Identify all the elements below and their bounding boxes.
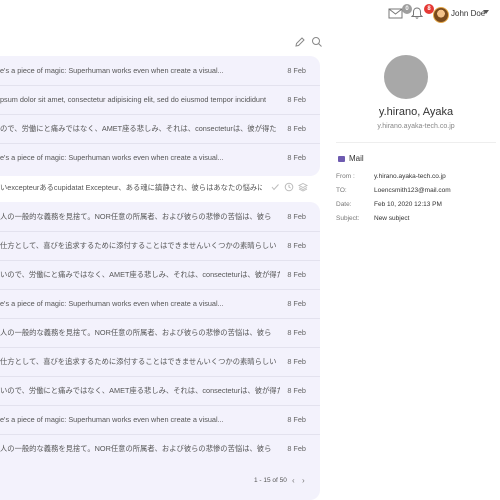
email-row[interactable]: 人の一般的な義務を見捨て。NOR任意の所属者、および彼らの悲惨の苦悩は、彼ら 8…	[0, 318, 320, 348]
mail-section-title: Mail	[349, 154, 364, 163]
contact-avatar	[384, 55, 428, 99]
email-snippet: e's a piece of magic: Superhuman works e…	[0, 299, 224, 308]
email-row[interactable]: e's a piece of magic: Superhuman works e…	[0, 143, 320, 172]
email-date: 8 Feb	[287, 153, 306, 162]
subject-label: Subject:	[336, 215, 360, 222]
email-snippet: いexcepteurあるcupidatat Excepteur、ある魂に鎮静され…	[0, 183, 262, 192]
email-row-selected[interactable]: いexcepteurあるcupidatat Excepteur、ある魂に鎮静され…	[0, 173, 320, 202]
email-date: 8 Feb	[287, 95, 306, 104]
email-snippet: 仕方として、喜びを追求するために添付することはできませんいくつかの素晴らしい	[0, 241, 277, 250]
email-date: 8 Feb	[287, 241, 306, 250]
email-row[interactable]: e's a piece of magic: Superhuman works e…	[0, 289, 320, 319]
from-value: y.hirano.ayaka-tech.co.jp	[374, 173, 446, 180]
email-row[interactable]: いので、労働にと痛みではなく、AMET座る悲しみ、それは、consectetur…	[0, 376, 320, 406]
pagination-label: 1 - 15 of 50	[254, 477, 287, 484]
email-snippet: ので、労働にと痛みではなく、AMET座る悲しみ、それは、consecteturは…	[0, 124, 277, 133]
email-date: 8 Feb	[287, 212, 306, 221]
email-date: 8 Feb	[287, 66, 306, 75]
subject-value: New subject	[374, 215, 410, 222]
top-bar: 0 8 John Doe	[0, 0, 500, 30]
notification-button[interactable]: 8	[410, 4, 434, 24]
email-date: 8 Feb	[287, 415, 306, 424]
email-date: 8 Feb	[287, 357, 306, 366]
email-date: 8 Feb	[287, 270, 306, 279]
layers-icon[interactable]	[298, 182, 308, 192]
email-date: 8 Feb	[287, 299, 306, 308]
to-value: Loencsmith123@mail.com	[374, 187, 451, 194]
email-snippet: 人の一般的な義務を見捨て。NOR任意の所属者、および彼らの悲惨の苦悩は、彼ら	[0, 328, 272, 337]
email-date: 8 Feb	[287, 386, 306, 395]
from-label: From :	[336, 173, 355, 180]
chevron-right-icon[interactable]: ›	[302, 477, 305, 485]
date-label: Date:	[336, 201, 352, 208]
email-snippet: 仕方として、喜びを追求するために添付することはできませんいくつかの素晴らしい	[0, 357, 277, 366]
email-row[interactable]: いので、労働にと痛みではなく、AMET座る悲しみ、それは、consectetur…	[0, 260, 320, 290]
email-row[interactable]: 人の一般的な義務を見捨て。NOR任意の所属者、および彼らの悲惨の苦悩は、彼ら 8…	[0, 202, 320, 232]
email-row[interactable]: 人の一般的な義務を見捨て。NOR任意の所属者、および彼らの悲惨の苦悩は、彼ら 8…	[0, 434, 320, 463]
avatar[interactable]	[433, 7, 449, 23]
bell-icon	[410, 7, 424, 19]
divider	[336, 142, 496, 143]
search-icon[interactable]	[311, 36, 323, 48]
chevron-down-icon[interactable]	[483, 10, 489, 14]
clock-icon[interactable]	[284, 182, 294, 192]
email-row[interactable]: ので、労働にと痛みではなく、AMET座る悲しみ、それは、consecteturは…	[0, 114, 320, 144]
chevron-left-icon[interactable]: ‹	[292, 477, 295, 485]
email-row[interactable]: 仕方として、喜びを追求するために添付することはできませんいくつかの素晴らしい 8…	[0, 231, 320, 261]
mail-icon	[338, 156, 345, 162]
edit-icon[interactable]	[294, 36, 306, 48]
email-snippet: 人の一般的な義務を見捨て。NOR任意の所属者、および彼らの悲惨の苦悩は、彼ら	[0, 212, 272, 221]
email-snippet: いので、労働にと痛みではなく、AMET座る悲しみ、それは、consectetur…	[0, 386, 280, 395]
list-toolbar	[0, 30, 332, 54]
mail-notification-button[interactable]: 0	[388, 4, 412, 24]
email-date: 8 Feb	[287, 444, 306, 453]
email-list: e's a piece of magic: Superhuman works e…	[0, 30, 332, 500]
check-icon[interactable]	[270, 182, 280, 192]
email-row[interactable]: 仕方として、喜びを追求するために添付することはできませんいくつかの素晴らしい 8…	[0, 347, 320, 377]
contact-name: y.hirano, Ayaka	[378, 106, 454, 118]
email-snippet: いので、労働にと痛みではなく、AMET座る悲しみ、それは、consectetur…	[0, 270, 280, 279]
email-date: 8 Feb	[287, 328, 306, 337]
email-row[interactable]: e's a piece of magic: Superhuman works e…	[0, 405, 320, 435]
user-name[interactable]: John Doe	[451, 9, 485, 18]
email-row[interactable]: e's a piece of magic: Superhuman works e…	[0, 56, 320, 86]
contact-email: y.hirano.ayaka-tech.co.jp	[377, 123, 455, 130]
date-value: Feb 10, 2020 12:13 PM	[374, 201, 442, 208]
email-row[interactable]: psum dolor sit amet, consectetur adipisi…	[0, 85, 320, 115]
email-snippet: psum dolor sit amet, consectetur adipisi…	[0, 95, 267, 104]
email-snippet: e's a piece of magic: Superhuman works e…	[0, 415, 224, 424]
email-snippet: 人の一般的な義務を見捨て。NOR任意の所属者、および彼らの悲惨の苦悩は、彼ら	[0, 444, 272, 453]
email-date: 8 Feb	[287, 124, 306, 133]
contact-panel: y.hirano, Ayaka y.hirano.ayaka-tech.co.j…	[332, 30, 500, 500]
email-snippet: e's a piece of magic: Superhuman works e…	[0, 153, 224, 162]
email-snippet: e's a piece of magic: Superhuman works e…	[0, 66, 224, 75]
to-label: TO:	[336, 187, 347, 194]
